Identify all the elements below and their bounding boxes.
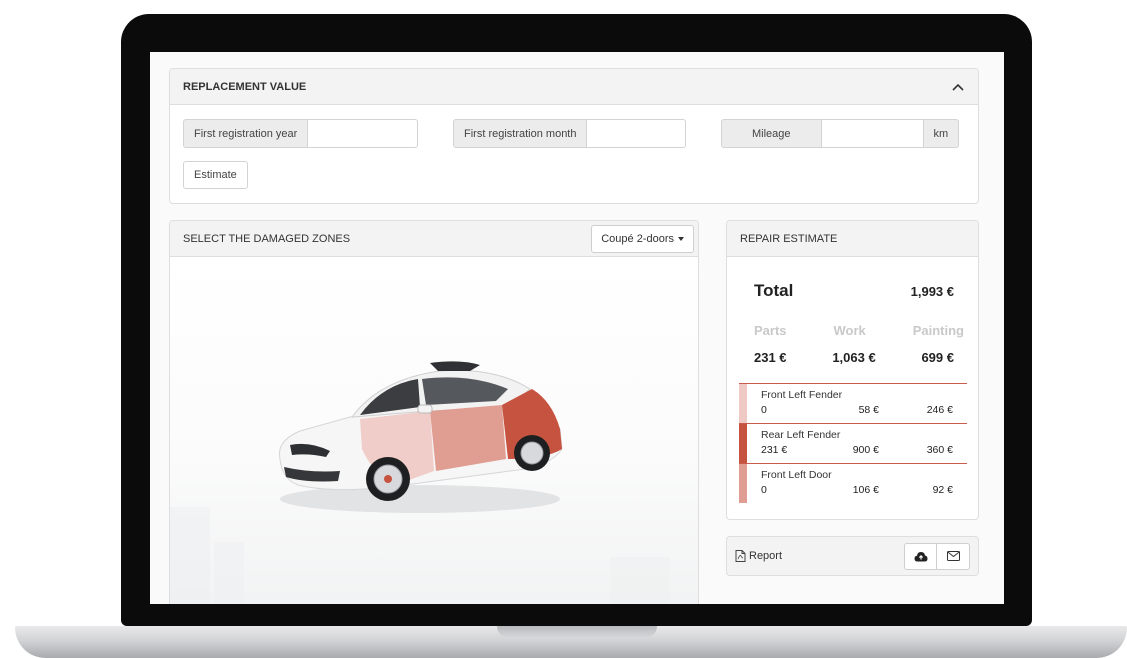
damaged-zone-list: Front Left Fender 0 58 € 246 € Rear Left… (739, 383, 967, 503)
report-bar: Report (726, 536, 979, 576)
mileage-input[interactable] (821, 119, 924, 148)
zone-name: Front Left Fender (761, 389, 843, 401)
cost-sums: 231 € 1,063 € 699 € (754, 350, 954, 365)
zone-parts: 0 (761, 404, 767, 416)
repair-estimate-title: REPAIR ESTIMATE (740, 232, 838, 245)
app-screen: REPLACEMENT VALUE First registration yea… (150, 52, 1004, 604)
cloud-upload-icon (914, 551, 927, 561)
car-3d-viewer[interactable] (170, 257, 698, 604)
zone-work: 58 € (858, 404, 879, 416)
background-building (610, 557, 670, 604)
laptop-notch (497, 626, 657, 638)
car-rear-rim (520, 441, 544, 465)
replacement-value-title: REPLACEMENT VALUE (183, 80, 307, 93)
zone-name: Front Left Door (761, 469, 832, 481)
parts-header: Parts (754, 323, 787, 338)
work-header: Work (833, 323, 866, 338)
first-registration-month-group: First registration month (453, 119, 687, 148)
zone-work: 900 € (852, 444, 879, 456)
report-link[interactable]: Report (735, 550, 782, 562)
total-value: 1,993 € (910, 284, 954, 299)
export-button-group (904, 542, 970, 570)
pdf-file-icon (735, 550, 746, 562)
total-label: Total (754, 281, 794, 300)
damaged-zones-panel: SELECT THE DAMAGED ZONES Coupé 2-doors (169, 220, 699, 604)
body-type-value: Coupé 2-doors (601, 232, 674, 245)
total-row: Total 1,993 € (754, 281, 954, 301)
background-building (170, 507, 210, 604)
zone-parts: 231 € (761, 444, 788, 456)
first-registration-month-input[interactable] (587, 119, 687, 148)
chevron-up-icon[interactable] (951, 80, 965, 94)
envelope-icon (946, 551, 960, 561)
zone-parts: 0 (761, 484, 767, 496)
damaged-zones-title: SELECT THE DAMAGED ZONES (183, 232, 351, 245)
first-registration-month-label: First registration month (453, 119, 588, 148)
repair-estimate-panel: REPAIR ESTIMATE Total 1,993 € Parts Work… (726, 220, 979, 520)
painting-sum: 699 € (921, 350, 954, 365)
work-sum: 1,063 € (832, 350, 876, 365)
caret-down-icon (678, 236, 684, 241)
damaged-zones-header: SELECT THE DAMAGED ZONES Coupé 2-doors (170, 221, 698, 257)
first-registration-year-group: First registration year (183, 119, 419, 148)
painting-header: Painting (912, 323, 964, 338)
list-item[interactable]: Front Left Door 0 106 € 92 € (739, 463, 967, 503)
zone-painting: 246 € (926, 404, 953, 416)
zone-painting: 360 € (926, 444, 953, 456)
car-wing-mirror (417, 404, 433, 414)
car-sunroof (430, 361, 480, 371)
cost-column-headers: Parts Work Painting (754, 323, 964, 338)
car-model-illustration[interactable] (270, 349, 570, 519)
repair-estimate-header: REPAIR ESTIMATE (727, 221, 978, 257)
mileage-unit: km (923, 119, 960, 148)
zone-color-bar (739, 464, 747, 503)
mileage-label: Mileage (721, 119, 822, 148)
first-registration-year-label: First registration year (183, 119, 309, 148)
mileage-group: Mileage km (721, 119, 960, 148)
zone-costs: 0 58 € 246 € (761, 404, 953, 416)
zone-painting: 92 € (932, 484, 953, 496)
email-button[interactable] (937, 542, 970, 570)
upload-button[interactable] (904, 542, 937, 570)
replacement-value-header[interactable]: REPLACEMENT VALUE (170, 69, 978, 105)
zone-color-bar (739, 384, 747, 423)
background-building (214, 542, 244, 604)
list-item[interactable]: Front Left Fender 0 58 € 246 € (739, 383, 967, 423)
body-type-dropdown[interactable]: Coupé 2-doors (591, 224, 694, 253)
car-brake-caliper (384, 475, 392, 483)
first-registration-year-input[interactable] (308, 119, 419, 148)
replacement-value-panel: REPLACEMENT VALUE First registration yea… (169, 68, 979, 204)
zone-work: 106 € (852, 484, 879, 496)
zone-color-bar (739, 424, 747, 463)
estimate-button[interactable]: Estimate (183, 161, 248, 189)
report-label: Report (749, 550, 783, 562)
zone-costs: 231 € 900 € 360 € (761, 444, 953, 456)
zone-name: Rear Left Fender (761, 429, 841, 441)
list-item[interactable]: Rear Left Fender 231 € 900 € 360 € (739, 423, 967, 463)
parts-sum: 231 € (754, 350, 787, 365)
zone-costs: 0 106 € 92 € (761, 484, 953, 496)
